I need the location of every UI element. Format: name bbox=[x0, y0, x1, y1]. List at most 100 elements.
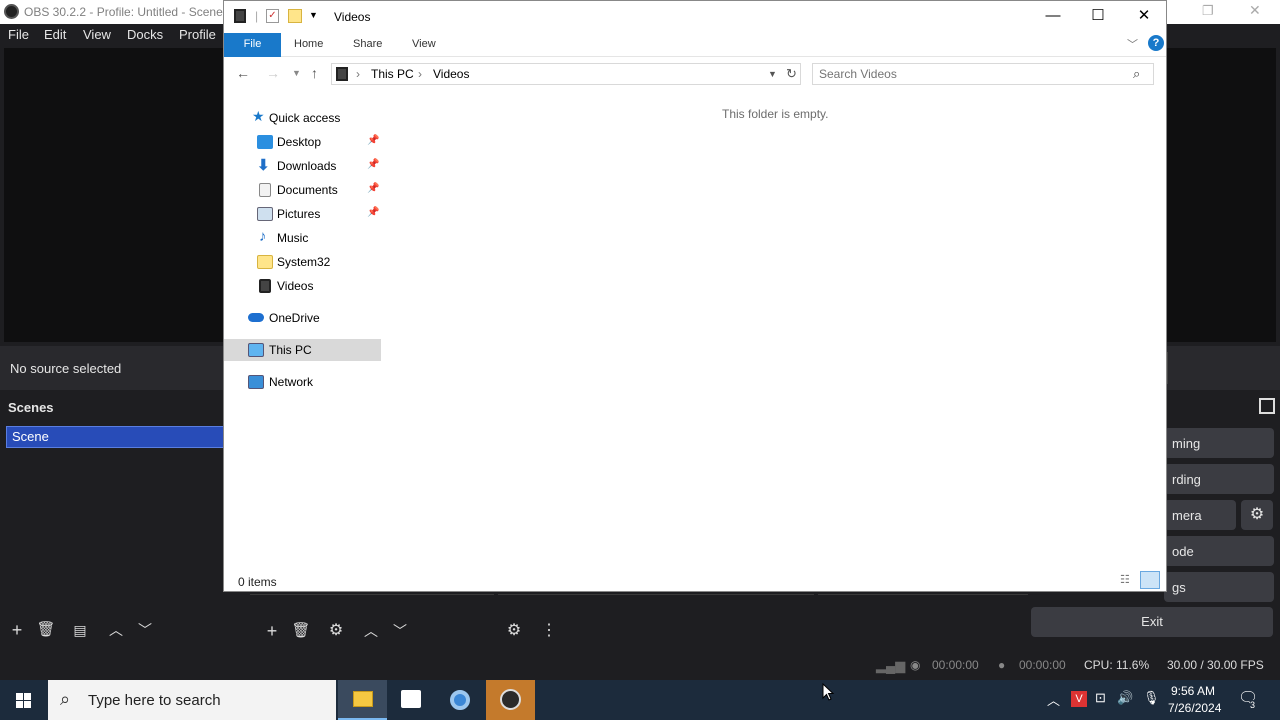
microphone-icon[interactable]: 🎙 bbox=[1143, 690, 1160, 706]
audio-menu-dots-icon[interactable]: ⋮ bbox=[535, 617, 563, 645]
nav-network[interactable]: Network bbox=[224, 371, 381, 393]
tab-file[interactable]: File bbox=[224, 33, 281, 57]
windows-logo-icon bbox=[16, 693, 31, 708]
nav-this-pc[interactable]: This PC bbox=[224, 339, 381, 361]
recent-locations-chevron-icon[interactable]: ▼ bbox=[292, 68, 301, 78]
content-area[interactable] bbox=[384, 89, 1166, 567]
move-source-down-button[interactable]: ﹀ bbox=[386, 617, 414, 645]
tab-view[interactable]: View bbox=[412, 38, 436, 50]
quick-access-star-icon: ★ bbox=[252, 108, 265, 124]
nav-documents[interactable]: Documents 📌 bbox=[224, 179, 381, 201]
nav-desktop[interactable]: Desktop 📌 bbox=[224, 131, 381, 153]
move-scene-up-button[interactable]: ︿ bbox=[102, 616, 130, 644]
volume-icon[interactable]: 🔊 bbox=[1117, 690, 1133, 706]
start-button[interactable] bbox=[0, 680, 48, 720]
explorer-title-bar[interactable]: | ✓ ▼ Videos — ☐ ✕ bbox=[224, 1, 1166, 33]
network-tray-icon[interactable]: ⊡ bbox=[1095, 690, 1106, 706]
undock-icon[interactable] bbox=[1259, 398, 1275, 414]
network-icon bbox=[248, 375, 264, 389]
chrome-taskbar-icon[interactable] bbox=[436, 680, 485, 720]
add-source-button[interactable]: + bbox=[258, 617, 286, 645]
remove-source-button[interactable]: 🗑 bbox=[287, 617, 315, 645]
address-bar[interactable]: › This PC › Videos ▼ ↻ bbox=[331, 63, 801, 85]
nav-downloads[interactable]: ⬇ Downloads 📌 bbox=[224, 155, 381, 177]
tab-home[interactable]: Home bbox=[294, 38, 323, 50]
obs-close-icon[interactable]: ✕ bbox=[1249, 2, 1261, 19]
studio-mode-button[interactable]: ode bbox=[1164, 536, 1274, 566]
start-virtual-camera-button[interactable]: mera bbox=[1164, 500, 1236, 530]
menu-edit[interactable]: Edit bbox=[44, 27, 66, 42]
minimize-button[interactable]: — bbox=[1030, 1, 1076, 31]
explorer-window-title: Videos bbox=[334, 10, 371, 24]
breadcrumb-this-pc[interactable]: This PC bbox=[371, 67, 414, 81]
clock-time[interactable]: 9:56 AM bbox=[1171, 684, 1215, 698]
refresh-icon[interactable]: ↻ bbox=[786, 66, 797, 82]
document-icon bbox=[259, 183, 271, 197]
expand-ribbon-chevron-icon[interactable]: ﹀ bbox=[1127, 36, 1138, 52]
search-input[interactable] bbox=[819, 66, 1119, 82]
menu-profile[interactable]: Profile bbox=[179, 27, 216, 42]
help-icon[interactable]: ? bbox=[1148, 35, 1164, 51]
clock-date[interactable]: 7/26/2024 bbox=[1168, 701, 1221, 715]
new-folder-qa-icon[interactable] bbox=[288, 9, 302, 23]
details-view-icon[interactable]: ☷ bbox=[1120, 573, 1130, 586]
source-properties-gear-icon[interactable]: ⚙ bbox=[322, 617, 350, 645]
taskbar: ⌕ Type here to search ︿ V ⊡ 🔊 🎙 9:56 AM … bbox=[0, 680, 1280, 720]
search-icon[interactable]: ⌕ bbox=[1133, 66, 1140, 82]
virtual-camera-settings-gear-icon[interactable]: ⚙ bbox=[1241, 500, 1273, 530]
start-streaming-button[interactable]: ming bbox=[1164, 428, 1274, 458]
address-row: ← → ▼ ↑ › This PC › Videos ▼ ↻ ⌕ bbox=[224, 57, 1166, 89]
maximize-button[interactable]: ☐ bbox=[1075, 1, 1121, 31]
start-recording-button[interactable]: rding bbox=[1164, 464, 1274, 494]
properties-qa-icon[interactable]: ✓ bbox=[266, 9, 279, 23]
nav-music[interactable]: ♪ Music bbox=[224, 227, 381, 249]
exit-button[interactable]: Exit bbox=[1031, 607, 1273, 637]
scene-filters-button[interactable]: ▤ bbox=[66, 616, 94, 644]
add-scene-button[interactable]: + bbox=[3, 616, 31, 644]
pin-icon: 📌 bbox=[367, 159, 380, 170]
menu-file[interactable]: File bbox=[8, 27, 29, 42]
no-source-label: No source selected bbox=[10, 361, 122, 376]
ribbon-tabs: File Home Share View ﹀ ? bbox=[224, 33, 1166, 57]
item-count: 0 items bbox=[238, 575, 277, 589]
show-hidden-icons-chevron-icon[interactable]: ︿ bbox=[1047, 690, 1060, 709]
fps-readout: 30.00 / 30.00 FPS bbox=[1167, 658, 1264, 672]
sources-dock-toolbar: + 🗑 ⚙ ︿ ﹀ bbox=[250, 594, 494, 646]
microsoft-store-taskbar-icon[interactable] bbox=[387, 680, 436, 720]
close-button[interactable]: ✕ bbox=[1121, 1, 1167, 31]
obs-taskbar-icon[interactable] bbox=[486, 680, 535, 720]
nav-system32[interactable]: System32 bbox=[224, 251, 381, 273]
up-arrow-icon[interactable]: ↑ bbox=[311, 65, 318, 81]
settings-button[interactable]: gs bbox=[1164, 572, 1274, 602]
breadcrumb-videos[interactable]: Videos bbox=[433, 67, 469, 81]
menu-view[interactable]: View bbox=[83, 27, 111, 42]
navigation-pane: ★ Quick access Desktop 📌 ⬇ Downloads 📌 D… bbox=[224, 97, 384, 567]
tab-share[interactable]: Share bbox=[353, 38, 382, 50]
remove-scene-button[interactable]: 🗑 bbox=[32, 616, 60, 644]
qa-customize-chevron-icon[interactable]: ▼ bbox=[309, 10, 318, 20]
scene-item[interactable]: Scene bbox=[6, 426, 228, 448]
pin-icon: 📌 bbox=[367, 207, 380, 218]
forward-arrow-icon[interactable]: → bbox=[266, 65, 280, 81]
menu-docks[interactable]: Docks bbox=[127, 27, 163, 42]
vivaldi-tray-icon[interactable]: V bbox=[1071, 691, 1087, 707]
large-icons-view-icon[interactable] bbox=[1140, 571, 1160, 589]
nav-pictures[interactable]: Pictures 📌 bbox=[224, 203, 381, 225]
search-box[interactable]: ⌕ bbox=[812, 63, 1154, 85]
action-center-icon[interactable]: 🗨 bbox=[1238, 688, 1258, 708]
move-scene-down-button[interactable]: ﹀ bbox=[131, 616, 159, 644]
obs-status-bar: ▂▄▆ ◉ 00:00:00 ● 00:00:00 CPU: 11.6% 30.… bbox=[0, 652, 1280, 680]
nav-onedrive[interactable]: OneDrive bbox=[224, 307, 381, 329]
obs-restore-icon[interactable]: ❐ bbox=[1202, 3, 1214, 19]
file-explorer-taskbar-icon[interactable] bbox=[338, 680, 387, 720]
pin-icon: 📌 bbox=[367, 183, 380, 194]
nav-videos[interactable]: Videos bbox=[224, 275, 381, 297]
nav-quick-access[interactable]: ★ Quick access bbox=[224, 107, 381, 129]
taskbar-search-box[interactable]: ⌕ Type here to search bbox=[48, 680, 336, 720]
pin-icon: 📌 bbox=[367, 135, 380, 146]
address-history-chevron-icon[interactable]: ▼ bbox=[768, 69, 777, 79]
back-arrow-icon[interactable]: ← bbox=[236, 65, 250, 81]
move-source-up-button[interactable]: ︿ bbox=[357, 617, 385, 645]
folder-icon bbox=[257, 255, 273, 269]
audio-settings-gear-icon[interactable]: ⚙ bbox=[500, 617, 528, 645]
